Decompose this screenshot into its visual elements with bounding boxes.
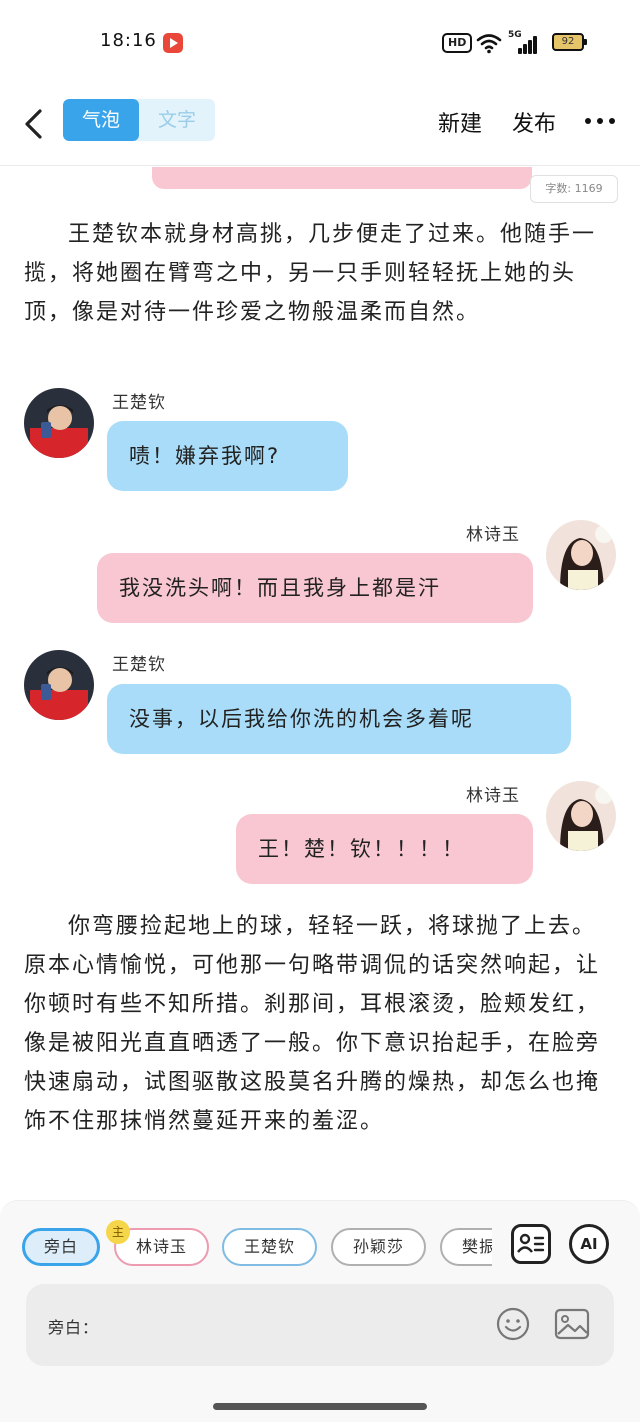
- role-chip-sun-yingsha[interactable]: 孙颖莎: [331, 1228, 426, 1266]
- status-time: 18:16: [100, 30, 157, 51]
- input-role-label: 旁白：: [48, 1318, 100, 1337]
- publish-button[interactable]: 发布: [512, 106, 556, 138]
- previous-message-bubble[interactable]: [152, 167, 532, 189]
- role-chip-fan-zhendong[interactable]: 樊振东: [440, 1228, 492, 1266]
- more-icon[interactable]: [585, 118, 615, 126]
- wifi-icon: [476, 34, 502, 54]
- role-selector: 旁白 林诗玉 王楚钦 孙颖莎 樊振东: [22, 1227, 492, 1269]
- speaker-name: 王楚钦: [112, 393, 166, 413]
- message-bubble[interactable]: 没事，以后我给你洗的机会多着呢: [107, 684, 571, 754]
- avatar-wang-chuqin[interactable]: [24, 388, 94, 458]
- signal-icon: 5G: [508, 30, 540, 54]
- tab-bubble[interactable]: 气泡: [63, 99, 139, 141]
- speaker-name: 王楚钦: [112, 655, 166, 675]
- top-bar: 气泡 文字 新建 发布: [0, 86, 640, 166]
- narration-paragraph[interactable]: 王楚钦本就身材高挑，几步便走了过来。他随手一揽，将她圈在臂弯之中，另一只手则轻轻…: [24, 215, 612, 332]
- emoji-icon[interactable]: [496, 1307, 530, 1341]
- ai-icon[interactable]: AI: [569, 1224, 609, 1264]
- story-content[interactable]: 字数: 1169 王楚钦本就身材高挑，几步便走了过来。他随手一揽，将她圈在臂弯之…: [0, 167, 640, 1197]
- hd-badge: HD: [442, 33, 473, 53]
- avatar-lin-shiyu[interactable]: [546, 520, 616, 590]
- record-icon: [163, 33, 183, 53]
- message-bubble[interactable]: 王！楚！钦！！！！: [236, 814, 533, 884]
- tab-text[interactable]: 文字: [139, 99, 215, 141]
- network-label: 5G: [508, 30, 522, 40]
- avatar-lin-shiyu[interactable]: [546, 781, 616, 851]
- image-icon[interactable]: [554, 1308, 590, 1340]
- main-character-badge: 主: [106, 1220, 130, 1244]
- word-count: 字数: 1169: [530, 175, 618, 203]
- status-bar: 18:16 HD 5G 92: [0, 0, 640, 86]
- mode-toggle: 气泡 文字: [63, 99, 215, 141]
- message-bubble[interactable]: 啧！嫌弃我啊?: [107, 421, 348, 491]
- narration-paragraph[interactable]: 你弯腰捡起地上的球，轻轻一跃，将球抛了上去。原本心情愉悦，可他那一句略带调侃的话…: [24, 907, 612, 1141]
- speaker-name: 林诗玉: [466, 786, 520, 806]
- home-indicator[interactable]: [213, 1403, 427, 1410]
- back-icon[interactable]: [22, 108, 44, 140]
- battery-icon: 92: [552, 33, 587, 51]
- message-bubble[interactable]: 我没洗头啊！而且我身上都是汗: [97, 553, 533, 623]
- avatar-wang-chuqin[interactable]: [24, 650, 94, 720]
- speaker-name: 林诗玉: [466, 525, 520, 545]
- new-button[interactable]: 新建: [438, 106, 482, 138]
- role-chip-wang-chuqin[interactable]: 王楚钦: [222, 1228, 317, 1266]
- message-input[interactable]: 旁白：: [26, 1284, 614, 1366]
- role-chip-narrator[interactable]: 旁白: [22, 1228, 100, 1266]
- contact-card-icon[interactable]: [511, 1224, 551, 1264]
